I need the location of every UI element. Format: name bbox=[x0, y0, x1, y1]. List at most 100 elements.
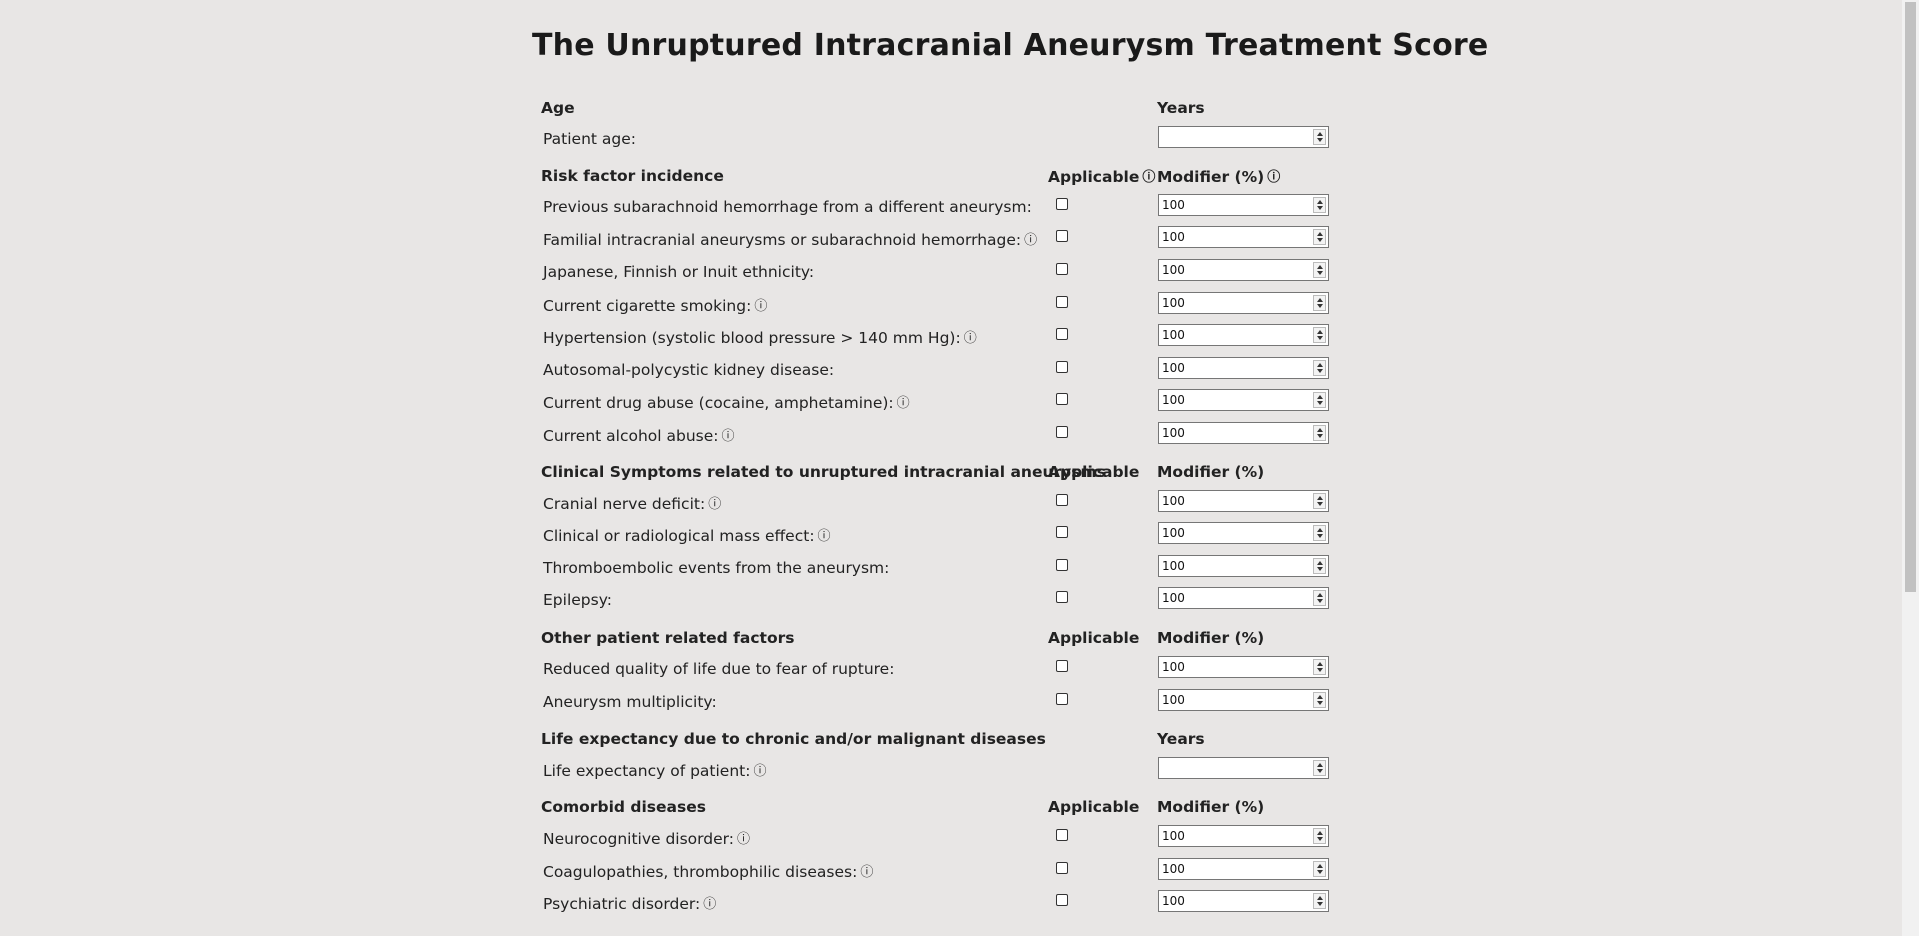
modifier-input[interactable]: 100 bbox=[1158, 825, 1329, 847]
info-icon[interactable]: ⓘ bbox=[897, 392, 910, 411]
info-icon[interactable]: ⓘ bbox=[1142, 166, 1155, 185]
number-spinner[interactable] bbox=[1313, 360, 1326, 376]
modifier-input[interactable]: 100 bbox=[1158, 226, 1329, 248]
form-row-patient-age: Patient age: bbox=[0, 126, 1900, 156]
info-icon[interactable]: ⓘ bbox=[703, 893, 716, 912]
info-icon[interactable]: ⓘ bbox=[753, 760, 766, 779]
field-label: Psychiatric disorder: ⓘ bbox=[543, 893, 717, 913]
number-spinner[interactable] bbox=[1313, 861, 1326, 877]
applicable-checkbox[interactable] bbox=[1056, 591, 1068, 603]
info-icon[interactable]: ⓘ bbox=[737, 828, 750, 847]
field-label: Current alcohol abuse: ⓘ bbox=[543, 425, 735, 445]
applicable-checkbox[interactable] bbox=[1056, 328, 1068, 340]
applicable-checkbox[interactable] bbox=[1056, 230, 1068, 242]
modifier-input[interactable]: 100 bbox=[1158, 656, 1329, 678]
number-spinner[interactable] bbox=[1313, 893, 1326, 909]
score-form: Age Years Patient age: Risk factor incid… bbox=[0, 0, 1900, 936]
modifier-input[interactable]: 100 bbox=[1158, 689, 1329, 711]
modifier-input[interactable]: 100 bbox=[1158, 555, 1329, 577]
number-spinner[interactable] bbox=[1313, 493, 1326, 509]
modifier-input[interactable]: 100 bbox=[1158, 259, 1329, 281]
applicable-checkbox[interactable] bbox=[1056, 263, 1068, 275]
number-spinner[interactable] bbox=[1313, 659, 1326, 675]
form-row-hypertension: Hypertension (systolic blood pressure > … bbox=[0, 324, 1900, 354]
vertical-scrollbar[interactable] bbox=[1902, 0, 1919, 936]
column-header-modifier: Modifier (%) bbox=[1157, 463, 1265, 481]
number-spinner[interactable] bbox=[1313, 558, 1326, 574]
applicable-checkbox[interactable] bbox=[1056, 393, 1068, 405]
number-spinner[interactable] bbox=[1313, 692, 1326, 708]
field-label: Autosomal-polycystic kidney disease: bbox=[543, 361, 835, 379]
applicable-checkbox[interactable] bbox=[1056, 894, 1068, 906]
form-row-alcohol-abuse: Current alcohol abuse: ⓘ 100 bbox=[0, 422, 1900, 452]
applicable-checkbox[interactable] bbox=[1056, 361, 1068, 373]
modifier-input[interactable]: 100 bbox=[1158, 422, 1329, 444]
field-label: Neurocognitive disorder: ⓘ bbox=[543, 828, 750, 848]
modifier-input[interactable]: 100 bbox=[1158, 357, 1329, 379]
patient-age-input[interactable] bbox=[1158, 126, 1329, 148]
section-header-other-factors: Other patient related factors Applicable… bbox=[0, 627, 1900, 655]
form-row-coagulopathies: Coagulopathies, thrombophilic diseases: ⓘ… bbox=[0, 858, 1900, 888]
field-label: Epilepsy: bbox=[543, 591, 612, 609]
info-icon[interactable]: ⓘ bbox=[964, 327, 977, 346]
modifier-input[interactable]: 100 bbox=[1158, 389, 1329, 411]
section-header-age: Age Years bbox=[0, 97, 1900, 125]
info-icon[interactable]: ⓘ bbox=[1024, 229, 1037, 248]
number-spinner[interactable] bbox=[1313, 262, 1326, 278]
info-icon[interactable]: ⓘ bbox=[722, 425, 735, 444]
section-title: Risk factor incidence bbox=[541, 167, 724, 185]
form-row-kidney-disease: Autosomal-polycystic kidney disease: 100 bbox=[0, 357, 1900, 387]
column-header-modifier: Modifier (%) bbox=[1157, 798, 1265, 816]
applicable-checkbox[interactable] bbox=[1056, 426, 1068, 438]
section-header-comorbid-diseases: Comorbid diseases Applicable Modifier (%… bbox=[0, 796, 1900, 824]
applicable-checkbox[interactable] bbox=[1056, 660, 1068, 672]
info-icon[interactable]: ⓘ bbox=[708, 493, 721, 512]
modifier-input[interactable]: 100 bbox=[1158, 324, 1329, 346]
scrollbar-thumb[interactable] bbox=[1905, 2, 1916, 592]
applicable-checkbox[interactable] bbox=[1056, 526, 1068, 538]
modifier-input[interactable]: 100 bbox=[1158, 522, 1329, 544]
number-spinner[interactable] bbox=[1313, 392, 1326, 408]
form-row-psychiatric-disorder: Psychiatric disorder: ⓘ 100 bbox=[0, 890, 1900, 920]
applicable-checkbox[interactable] bbox=[1056, 829, 1068, 841]
number-spinner[interactable] bbox=[1313, 525, 1326, 541]
column-header-applicable: Applicable bbox=[1048, 798, 1140, 816]
info-icon[interactable]: ⓘ bbox=[860, 861, 873, 880]
number-spinner[interactable] bbox=[1313, 229, 1326, 245]
section-title: Life expectancy due to chronic and/or ma… bbox=[541, 730, 1046, 748]
form-row-smoking: Current cigarette smoking: ⓘ 100 bbox=[0, 292, 1900, 322]
number-spinner[interactable] bbox=[1313, 760, 1326, 776]
modifier-input[interactable]: 100 bbox=[1158, 194, 1329, 216]
field-label: Previous subarachnoid hemorrhage from a … bbox=[543, 198, 1032, 216]
applicable-checkbox[interactable] bbox=[1056, 198, 1068, 210]
info-icon[interactable]: ⓘ bbox=[754, 295, 767, 314]
life-expectancy-input[interactable] bbox=[1158, 757, 1329, 779]
column-header-modifier: Modifier (%) ⓘ bbox=[1157, 166, 1281, 186]
applicable-checkbox[interactable] bbox=[1056, 693, 1068, 705]
column-header-applicable: Applicable bbox=[1048, 463, 1140, 481]
number-spinner[interactable] bbox=[1313, 425, 1326, 441]
form-row-aneurysm-multiplicity: Aneurysm multiplicity: 100 bbox=[0, 689, 1900, 719]
number-spinner[interactable] bbox=[1313, 828, 1326, 844]
applicable-checkbox[interactable] bbox=[1056, 862, 1068, 874]
column-header-applicable: Applicable ⓘ bbox=[1048, 166, 1156, 186]
modifier-input[interactable]: 100 bbox=[1158, 890, 1329, 912]
applicable-checkbox[interactable] bbox=[1056, 559, 1068, 571]
field-label: Cranial nerve deficit: ⓘ bbox=[543, 493, 722, 513]
info-icon[interactable]: ⓘ bbox=[1267, 166, 1280, 185]
number-spinner[interactable] bbox=[1313, 197, 1326, 213]
number-spinner[interactable] bbox=[1313, 295, 1326, 311]
field-label: Current cigarette smoking: ⓘ bbox=[543, 295, 768, 315]
applicable-checkbox[interactable] bbox=[1056, 296, 1068, 308]
applicable-checkbox[interactable] bbox=[1056, 494, 1068, 506]
modifier-input[interactable]: 100 bbox=[1158, 292, 1329, 314]
modifier-input[interactable]: 100 bbox=[1158, 587, 1329, 609]
form-row-previous-sah: Previous subarachnoid hemorrhage from a … bbox=[0, 194, 1900, 224]
number-spinner[interactable] bbox=[1313, 327, 1326, 343]
number-spinner[interactable] bbox=[1313, 590, 1326, 606]
section-title: Age bbox=[541, 99, 575, 117]
modifier-input[interactable]: 100 bbox=[1158, 490, 1329, 512]
info-icon[interactable]: ⓘ bbox=[818, 525, 831, 544]
modifier-input[interactable]: 100 bbox=[1158, 858, 1329, 880]
number-spinner[interactable] bbox=[1313, 129, 1326, 145]
